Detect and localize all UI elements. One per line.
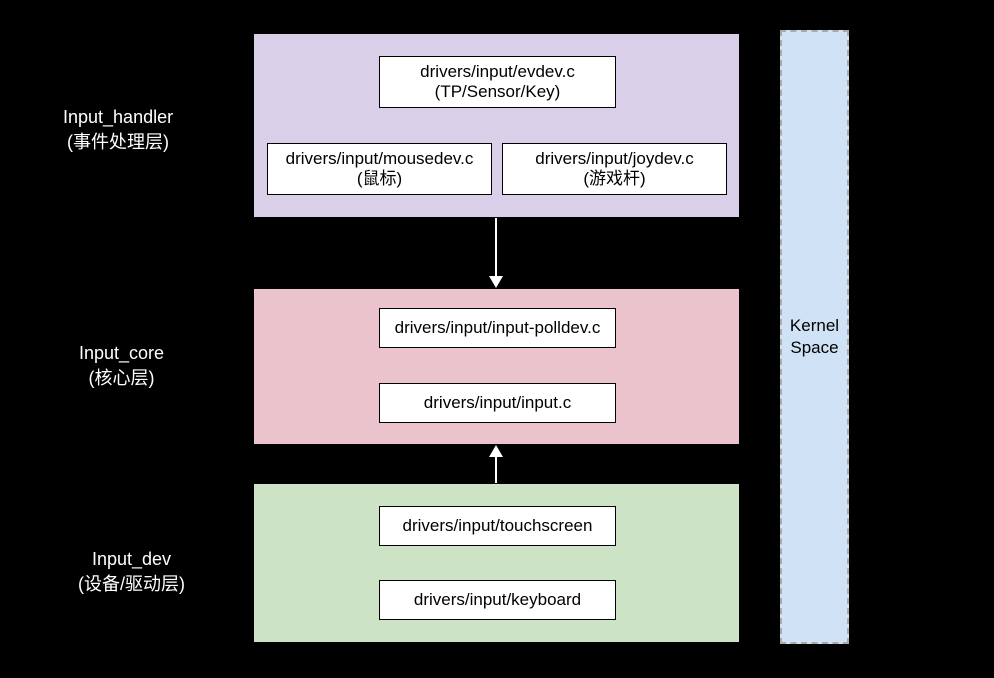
item-line: drivers/input/touchscreen	[403, 516, 593, 536]
item-joydev: drivers/input/joydev.c (游戏杆)	[502, 143, 727, 195]
item-line: (游戏杆)	[583, 169, 645, 189]
item-line: drivers/input/input.c	[424, 393, 571, 413]
item-keyboard: drivers/input/keyboard	[379, 580, 616, 620]
kernel-space-box: Kernel Space	[780, 30, 849, 644]
label-line: Input_core	[79, 341, 164, 366]
left-label-dev: Input_dev (设备/驱动层)	[78, 547, 185, 597]
kernel-line: Kernel	[790, 315, 839, 337]
arrow-line	[495, 457, 497, 483]
item-mousedev: drivers/input/mousedev.c (鼠标)	[267, 143, 492, 195]
dev-section: drivers/input/touchscreen drivers/input/…	[253, 483, 740, 643]
arrow-line	[495, 218, 497, 278]
item-line: drivers/input/evdev.c	[420, 62, 575, 82]
core-section: drivers/input/input-polldev.c drivers/in…	[253, 288, 740, 445]
arrow-head	[489, 276, 503, 288]
item-polldev: drivers/input/input-polldev.c	[379, 308, 616, 348]
item-line: drivers/input/keyboard	[414, 590, 581, 610]
label-line: Input_dev	[78, 547, 185, 572]
left-label-core: Input_core (核心层)	[79, 341, 164, 391]
item-line: (鼠标)	[357, 169, 402, 189]
architecture-diagram: Input_handler (事件处理层) Input_core (核心层) I…	[0, 0, 994, 678]
item-line: drivers/input/input-polldev.c	[395, 318, 601, 338]
label-line: (事件处理层)	[63, 130, 173, 155]
handler-section: drivers/input/evdev.c (TP/Sensor/Key) dr…	[253, 33, 740, 218]
item-line: (TP/Sensor/Key)	[435, 82, 561, 102]
item-line: drivers/input/joydev.c	[535, 149, 693, 169]
left-label-handler: Input_handler (事件处理层)	[63, 105, 173, 155]
item-evdev: drivers/input/evdev.c (TP/Sensor/Key)	[379, 56, 616, 108]
kernel-line: Space	[790, 337, 839, 359]
arrow-head	[489, 445, 503, 457]
label-line: Input_handler	[63, 105, 173, 130]
item-line: drivers/input/mousedev.c	[286, 149, 474, 169]
item-input: drivers/input/input.c	[379, 383, 616, 423]
label-line: (核心层)	[79, 366, 164, 391]
label-line: (设备/驱动层)	[78, 572, 185, 597]
item-touch: drivers/input/touchscreen	[379, 506, 616, 546]
